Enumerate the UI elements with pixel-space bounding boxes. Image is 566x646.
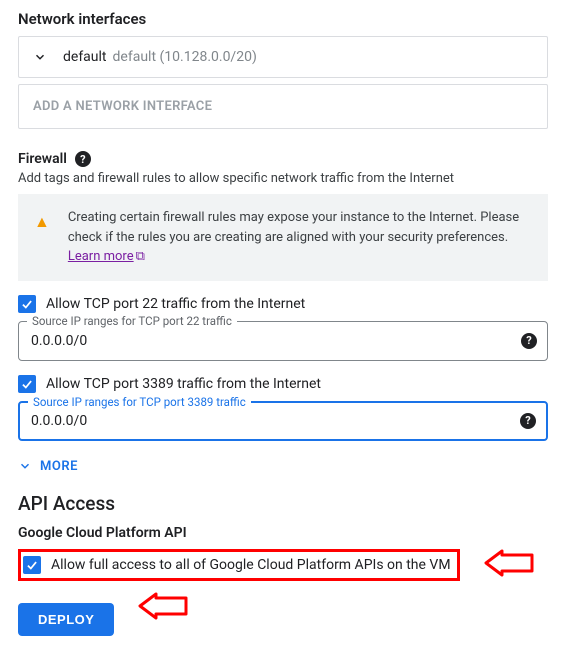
source-ip-22-value: 0.0.0.0/0 xyxy=(31,333,87,349)
source-ip-3389-field[interactable]: Source IP ranges for TCP port 3389 traff… xyxy=(18,401,548,441)
warning-icon: ▲ xyxy=(34,210,50,267)
chevron-down-icon xyxy=(33,50,47,64)
api-access-title: API Access xyxy=(18,492,548,515)
annotation-arrow-icon xyxy=(132,592,188,624)
chevron-down-icon xyxy=(18,459,32,473)
annotation-arrow-icon xyxy=(478,549,534,581)
allow-full-api-checkbox[interactable] xyxy=(23,556,41,574)
help-icon[interactable]: ? xyxy=(520,413,536,429)
firewall-subtext: Add tags and firewall rules to allow spe… xyxy=(18,171,548,186)
external-link-icon: ⧉ xyxy=(136,249,145,264)
warning-text: Creating certain firewall rules may expo… xyxy=(68,210,519,245)
firewall-label: Firewall xyxy=(18,151,67,167)
allow-tcp-3389-label: Allow TCP port 3389 traffic from the Int… xyxy=(46,376,321,392)
allow-tcp-22-label: Allow TCP port 22 traffic from the Inter… xyxy=(46,296,305,312)
allow-tcp-3389-checkbox[interactable] xyxy=(18,375,36,393)
help-icon[interactable]: ? xyxy=(75,151,91,167)
api-subhead: Google Cloud Platform API xyxy=(18,525,548,541)
allow-full-api-label: Allow full access to all of Google Cloud… xyxy=(51,557,451,573)
more-button[interactable]: MORE xyxy=(18,459,548,474)
source-ip-22-label: Source IP ranges for TCP port 22 traffic xyxy=(27,314,237,328)
network-interfaces-title: Network interfaces xyxy=(18,10,548,28)
network-interface-detail: default (10.128.0.0/20) xyxy=(113,49,257,65)
help-icon[interactable]: ? xyxy=(521,333,537,349)
deploy-button[interactable]: DEPLOY xyxy=(18,603,114,636)
add-network-interface-button[interactable]: ADD A NETWORK INTERFACE xyxy=(18,84,548,129)
learn-more-link[interactable]: Learn more xyxy=(68,249,134,264)
source-ip-22-field[interactable]: Source IP ranges for TCP port 22 traffic… xyxy=(18,321,548,361)
source-ip-3389-label: Source IP ranges for TCP port 3389 traff… xyxy=(28,395,251,409)
source-ip-3389-value: 0.0.0.0/0 xyxy=(31,413,87,429)
firewall-warning: ▲ Creating certain firewall rules may ex… xyxy=(18,194,548,281)
allow-tcp-22-checkbox[interactable] xyxy=(18,295,36,313)
network-interface-name: default xyxy=(63,49,107,65)
annotation-box: Allow full access to all of Google Cloud… xyxy=(18,549,460,581)
network-interface-row[interactable]: default default (10.128.0.0/20) xyxy=(18,36,548,78)
